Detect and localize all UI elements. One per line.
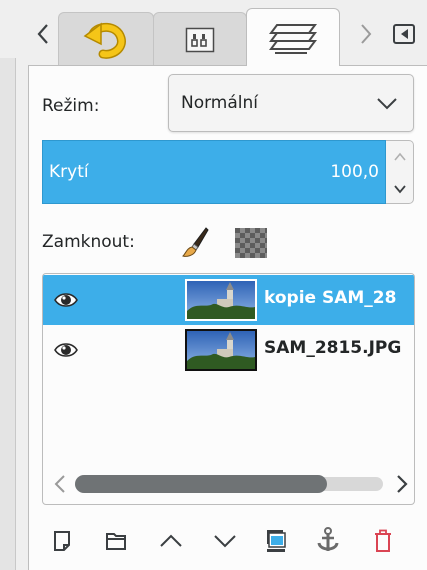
chevron-up-icon xyxy=(394,152,406,161)
duplicate-layer-button[interactable] xyxy=(260,526,292,556)
duplicate-layer-icon xyxy=(267,530,286,552)
mode-select-value: Normální xyxy=(181,93,259,113)
tab-menu-icon xyxy=(400,29,408,39)
raise-layer-icon xyxy=(160,534,182,547)
chevron-down-icon xyxy=(377,98,397,110)
opacity-value: 100,0 xyxy=(330,162,379,182)
tab-device-status[interactable] xyxy=(153,12,247,66)
delete-layer-button[interactable] xyxy=(367,526,399,556)
delete-layer-icon xyxy=(375,529,391,552)
lock-alpha-checker-icon[interactable] xyxy=(235,228,267,258)
layers-icon xyxy=(269,23,317,54)
opacity-decrease-button[interactable] xyxy=(386,173,414,205)
lock-label: Zamknout: xyxy=(42,232,135,252)
new-layer-button[interactable] xyxy=(46,526,78,556)
scroll-right-arrow-icon[interactable] xyxy=(391,473,411,495)
lock-pixels-brush-icon[interactable] xyxy=(180,226,210,258)
layer-list: kopie SAM_28 SAM_2815.JPG xyxy=(42,273,415,505)
new-layer-group-button[interactable] xyxy=(100,526,132,556)
opacity-increase-button[interactable] xyxy=(386,141,414,173)
layers-dock: Režim: Normální Krytí 100,0 Zamknout: ko… xyxy=(0,0,427,570)
lower-layer-button[interactable] xyxy=(209,526,241,556)
layer-name[interactable]: kopie SAM_28 xyxy=(264,288,396,308)
layer-name[interactable]: SAM_2815.JPG xyxy=(264,338,401,358)
anchor-layer-button[interactable] xyxy=(312,526,344,556)
chevron-right-icon xyxy=(361,24,372,44)
layer-row[interactable]: kopie SAM_28 xyxy=(43,275,414,325)
horizontal-scrollbar[interactable] xyxy=(43,469,414,499)
new-layer-group-icon xyxy=(106,533,126,550)
mode-select[interactable]: Normální xyxy=(168,74,414,132)
opacity-slider[interactable]: Krytí 100,0 xyxy=(42,140,386,204)
mode-label: Režim: xyxy=(42,96,100,116)
layer-thumbnail xyxy=(185,279,257,321)
tab-layers[interactable] xyxy=(246,8,340,66)
layer-thumbnail xyxy=(185,329,257,371)
tab-scroll-left-button[interactable] xyxy=(30,14,56,54)
opacity-label: Krytí xyxy=(49,162,89,182)
anchor-layer-icon xyxy=(317,527,339,551)
tab-undo-history[interactable] xyxy=(58,12,154,66)
chevron-down-small-icon xyxy=(394,185,406,194)
undo-history-icon xyxy=(83,22,126,59)
layer-row[interactable]: SAM_2815.JPG xyxy=(43,325,414,375)
tab-scroll-right-button[interactable] xyxy=(353,14,379,54)
raise-layer-button[interactable] xyxy=(155,526,187,556)
scroll-left-arrow-icon[interactable] xyxy=(51,473,71,495)
opacity-spinner xyxy=(386,140,414,204)
photo-thumbnail-icon xyxy=(187,331,255,369)
lower-layer-icon xyxy=(214,535,236,548)
chevron-left-icon xyxy=(37,24,48,44)
dock-tab-bar xyxy=(0,0,427,66)
device-status-icon xyxy=(185,27,215,52)
visibility-eye-icon[interactable] xyxy=(53,338,79,362)
new-layer-icon xyxy=(54,531,70,551)
visibility-eye-icon[interactable] xyxy=(53,288,79,312)
left-dock-edge xyxy=(0,58,16,570)
photo-thumbnail-icon xyxy=(187,281,255,319)
layers-toolbar xyxy=(42,520,415,560)
tab-menu-button[interactable] xyxy=(393,24,415,44)
scrollbar-thumb[interactable] xyxy=(75,475,327,493)
